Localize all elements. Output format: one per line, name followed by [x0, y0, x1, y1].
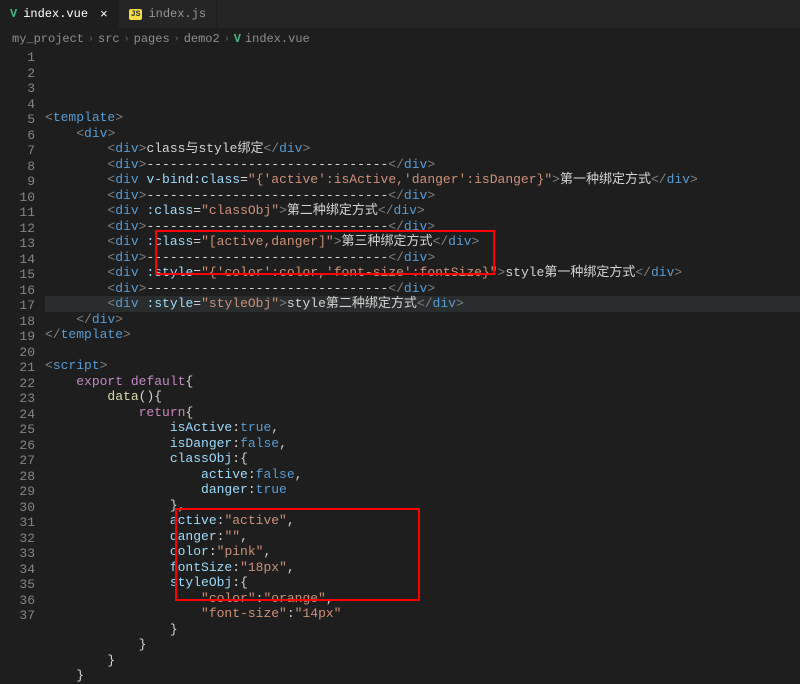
line-number: 24 [0, 407, 35, 423]
line-number: 23 [0, 391, 35, 407]
close-icon[interactable]: × [100, 7, 108, 22]
code-line[interactable]: <div :class="classObj">第二种绑定方式</div> [45, 203, 800, 219]
code-line[interactable]: <div v-bind:class="{'active':isActive,'d… [45, 172, 800, 188]
line-number: 9 [0, 174, 35, 190]
code-line[interactable]: danger:"", [45, 529, 800, 545]
code-line[interactable]: color:"pink", [45, 544, 800, 560]
line-number: 19 [0, 329, 35, 345]
line-number: 37 [0, 608, 35, 624]
breadcrumb-part[interactable]: pages [134, 32, 170, 46]
code-line[interactable]: </template> [45, 327, 800, 343]
line-number: 14 [0, 252, 35, 268]
code-line[interactable]: <div>-------------------------------</di… [45, 250, 800, 266]
code-line[interactable]: return{ [45, 405, 800, 421]
code-line[interactable]: <div> [45, 126, 800, 142]
line-number: 1 [0, 50, 35, 66]
code-line[interactable]: isActive:true, [45, 420, 800, 436]
breadcrumb-part[interactable]: demo2 [184, 32, 220, 46]
code-line[interactable]: classObj:{ [45, 451, 800, 467]
line-number: 33 [0, 546, 35, 562]
breadcrumb: my_project › src › pages › demo2 › V ind… [0, 28, 800, 50]
js-icon: JS [129, 9, 143, 20]
code-line[interactable]: </div> [45, 312, 800, 328]
line-number: 11 [0, 205, 35, 221]
line-number: 13 [0, 236, 35, 252]
code-line[interactable]: <div>-------------------------------</di… [45, 188, 800, 204]
line-number: 6 [0, 128, 35, 144]
code-line[interactable]: "color":"orange", [45, 591, 800, 607]
tab-label: index.vue [23, 7, 88, 21]
line-number: 32 [0, 531, 35, 547]
code-line[interactable]: }, [45, 498, 800, 514]
line-number: 29 [0, 484, 35, 500]
breadcrumb-part[interactable]: src [98, 32, 120, 46]
editor-tabs: V index.vue × JS index.js [0, 0, 800, 28]
line-number: 4 [0, 97, 35, 113]
code-line[interactable]: } [45, 622, 800, 638]
code-line[interactable]: styleObj:{ [45, 575, 800, 591]
line-number: 36 [0, 593, 35, 609]
code-line[interactable]: <script> [45, 358, 800, 374]
line-number: 21 [0, 360, 35, 376]
code-content[interactable]: <template> <div> <div>class与style绑定</div… [45, 50, 800, 684]
vue-icon: V [10, 7, 17, 21]
code-line[interactable]: } [45, 637, 800, 653]
code-line[interactable]: <div>-------------------------------</di… [45, 281, 800, 297]
code-line[interactable]: <div>-------------------------------</di… [45, 219, 800, 235]
line-number: 8 [0, 159, 35, 175]
line-number: 12 [0, 221, 35, 237]
code-line[interactable]: isDanger:false, [45, 436, 800, 452]
code-line[interactable]: <div>class与style绑定</div> [45, 141, 800, 157]
code-line[interactable]: danger:true [45, 482, 800, 498]
code-line[interactable]: } [45, 668, 800, 684]
line-number: 17 [0, 298, 35, 314]
code-line[interactable]: fontSize:"18px", [45, 560, 800, 576]
chevron-right-icon: › [88, 34, 94, 45]
breadcrumb-file[interactable]: index.vue [245, 32, 310, 46]
line-number: 27 [0, 453, 35, 469]
code-line[interactable]: export default{ [45, 374, 800, 390]
line-number: 5 [0, 112, 35, 128]
code-line[interactable]: active:false, [45, 467, 800, 483]
line-number: 35 [0, 577, 35, 593]
chevron-right-icon: › [174, 34, 180, 45]
line-number: 2 [0, 66, 35, 82]
line-number: 10 [0, 190, 35, 206]
tab-label: index.js [148, 7, 206, 21]
line-number: 28 [0, 469, 35, 485]
code-line[interactable]: <div :style="{'color':color,'font-size':… [45, 265, 800, 281]
code-editor[interactable]: 1234567891011121314151617181920212223242… [0, 50, 800, 684]
line-number: 25 [0, 422, 35, 438]
line-number: 30 [0, 500, 35, 516]
vue-icon: V [234, 32, 241, 46]
chevron-right-icon: › [124, 34, 130, 45]
chevron-right-icon: › [224, 34, 230, 45]
code-line[interactable]: <template> [45, 110, 800, 126]
line-numbers: 1234567891011121314151617181920212223242… [0, 50, 45, 684]
tab-index-js[interactable]: JS index.js [119, 0, 217, 28]
line-number: 31 [0, 515, 35, 531]
code-line[interactable]: "font-size":"14px" [45, 606, 800, 622]
breadcrumb-part[interactable]: my_project [12, 32, 84, 46]
code-line[interactable]: active:"active", [45, 513, 800, 529]
line-number: 22 [0, 376, 35, 392]
line-number: 3 [0, 81, 35, 97]
line-number: 34 [0, 562, 35, 578]
line-number: 20 [0, 345, 35, 361]
line-number: 18 [0, 314, 35, 330]
code-line[interactable] [45, 343, 800, 359]
code-line[interactable]: data(){ [45, 389, 800, 405]
line-number: 7 [0, 143, 35, 159]
line-number: 15 [0, 267, 35, 283]
code-line[interactable]: } [45, 653, 800, 669]
code-line[interactable]: <div :style="styleObj">style第二种绑定方式</div… [45, 296, 800, 312]
code-line[interactable]: <div>-------------------------------</di… [45, 157, 800, 173]
tab-index-vue[interactable]: V index.vue × [0, 0, 119, 28]
line-number: 26 [0, 438, 35, 454]
line-number: 16 [0, 283, 35, 299]
code-line[interactable]: <div :class="[active,danger]">第三种绑定方式</d… [45, 234, 800, 250]
